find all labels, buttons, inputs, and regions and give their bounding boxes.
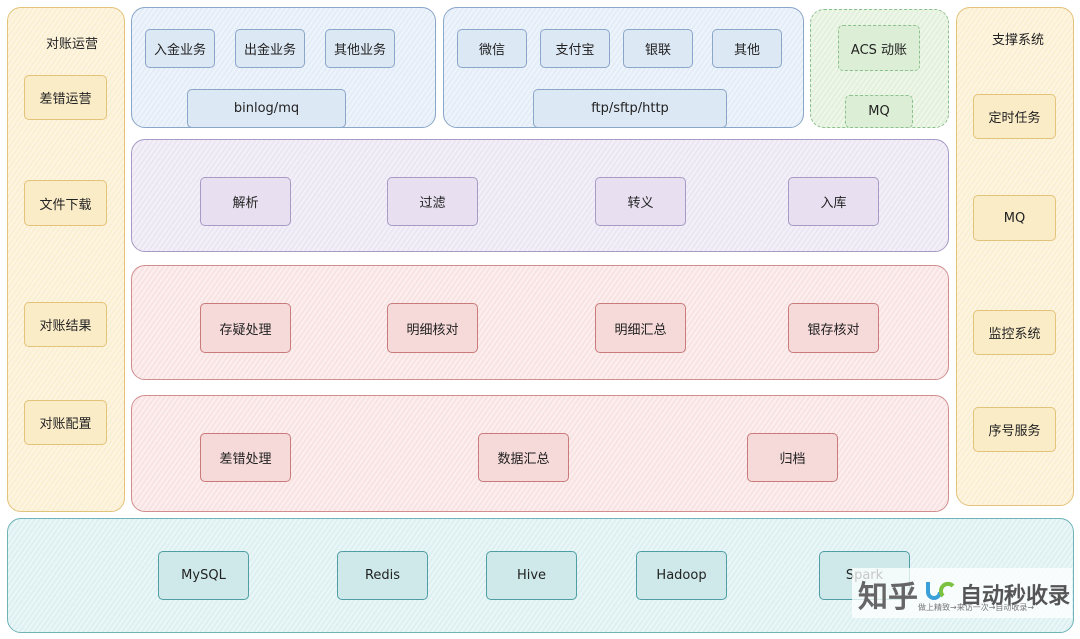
- left-item-file-download: 文件下载: [24, 180, 107, 226]
- channel-ftp: ftp/sftp/http: [533, 89, 727, 128]
- storage-hive: Hive: [486, 551, 577, 600]
- storage-hadoop: Hadoop: [636, 551, 727, 600]
- right-item-sequence: 序号服务: [973, 407, 1056, 452]
- acs-mq: MQ: [845, 95, 913, 128]
- left-item-recon-result: 对账结果: [24, 302, 107, 347]
- acs-transaction: ACS 动账: [838, 25, 920, 71]
- recon-suspect: 存疑处理: [200, 303, 291, 353]
- process-store: 入库: [788, 177, 879, 226]
- channel-other: 其他: [712, 29, 782, 68]
- right-panel-title: 支撑系统: [991, 33, 1044, 48]
- source-deposit: 入金业务: [145, 29, 215, 68]
- right-item-monitor: 监控系统: [973, 310, 1056, 355]
- watermark-logo-icon: [926, 581, 955, 600]
- channel-alipay: 支付宝: [540, 29, 610, 68]
- process-escape: 转义: [595, 177, 686, 226]
- recon-detail-check: 明细核对: [387, 303, 478, 353]
- channel-binlog-mq: binlog/mq: [187, 89, 346, 128]
- channel-wechat: 微信: [457, 29, 527, 68]
- left-panel-title: 对账运营: [45, 37, 98, 52]
- post-error-handling: 差错处理: [200, 433, 291, 482]
- storage-redis: Redis: [337, 551, 428, 600]
- right-item-scheduler: 定时任务: [973, 94, 1056, 139]
- watermark-slogan: 做上精致→来访一次→自动收录→: [918, 603, 1035, 612]
- post-archive: 归档: [747, 433, 838, 482]
- recon-detail-summary: 明细汇总: [595, 303, 686, 353]
- channel-unionpay: 银联: [623, 29, 693, 68]
- process-parse: 解析: [200, 177, 291, 226]
- left-item-recon-config: 对账配置: [24, 400, 107, 445]
- right-item-mq: MQ: [973, 195, 1056, 241]
- storage-mysql: MySQL: [158, 551, 249, 600]
- source-other: 其他业务: [325, 29, 395, 68]
- source-withdraw: 出金业务: [235, 29, 305, 68]
- watermark-brand: 知乎: [858, 580, 918, 615]
- left-item-error-ops: 差错运营: [24, 75, 107, 120]
- recon-bank-balance: 银存核对: [788, 303, 879, 353]
- process-filter: 过滤: [387, 177, 478, 226]
- post-data-summary: 数据汇总: [478, 433, 569, 482]
